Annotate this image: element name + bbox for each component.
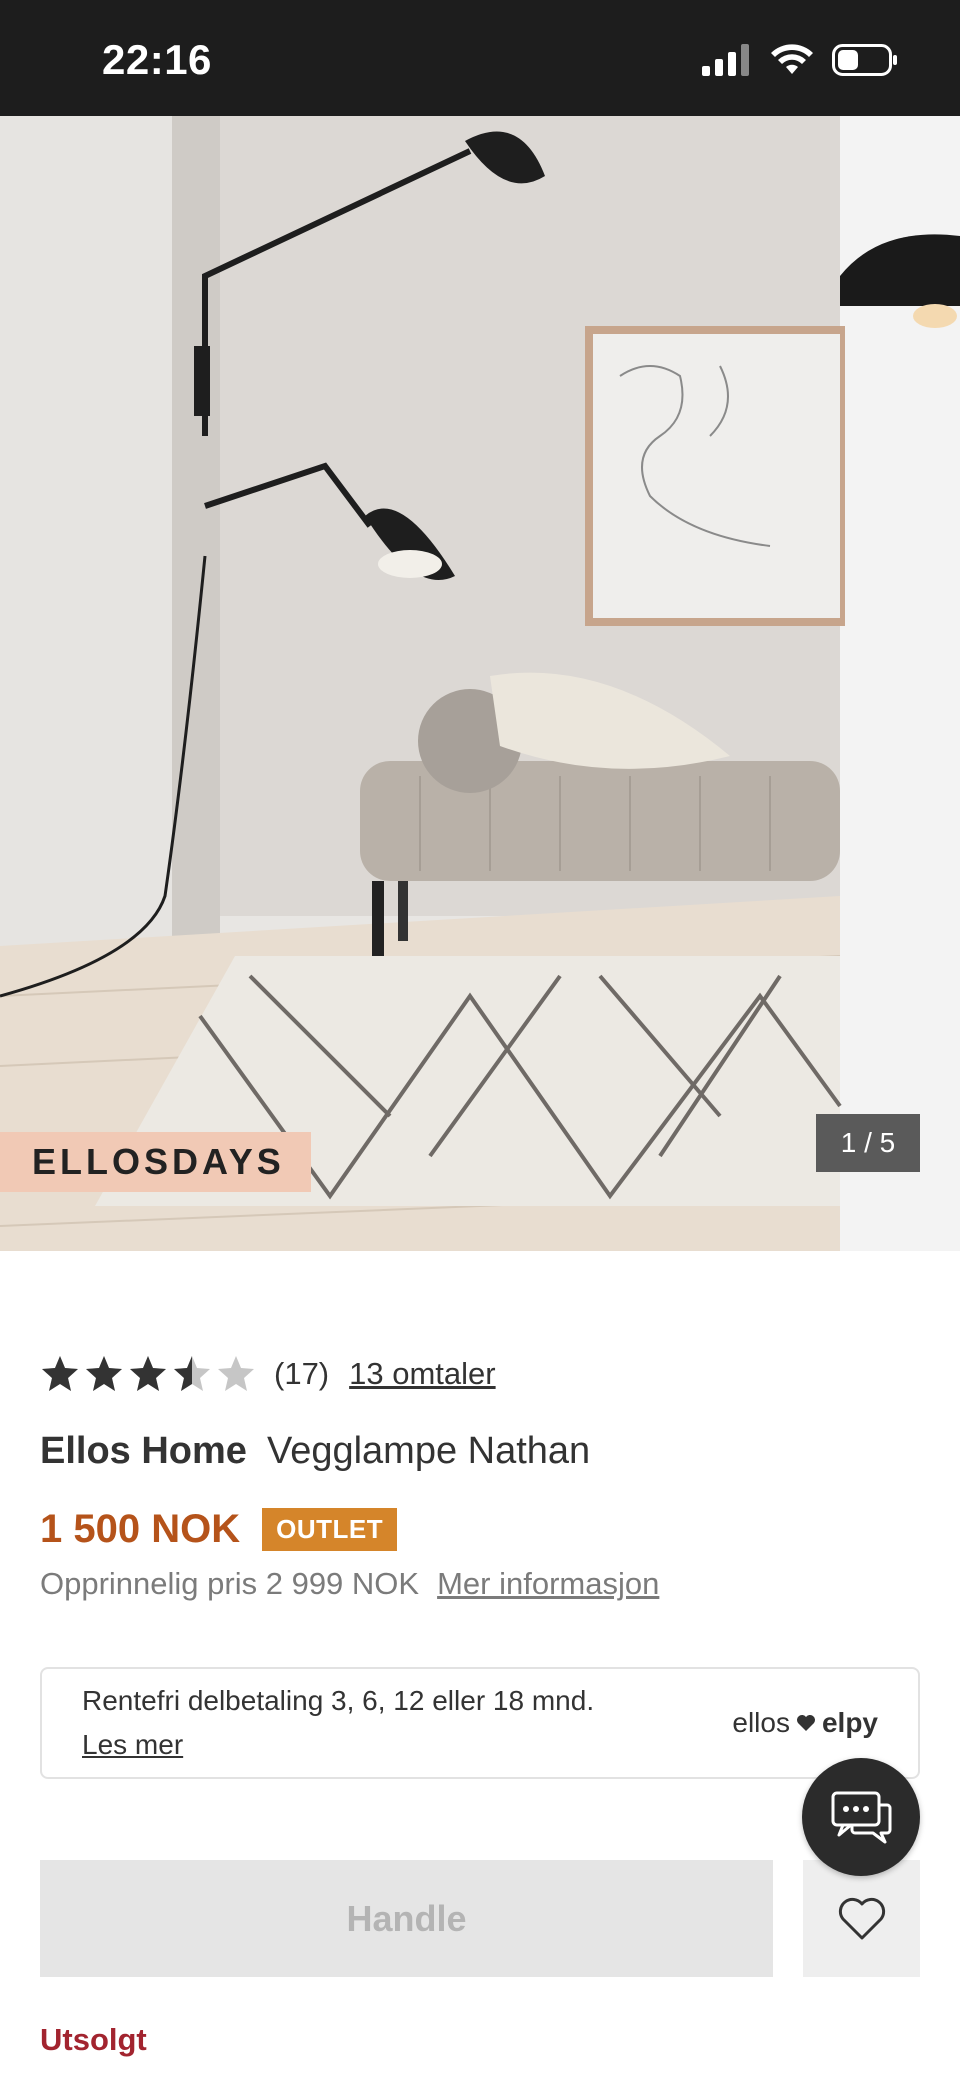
ellos-elpy-logo: ellos elpy [732,1707,878,1739]
status-time: 22:16 [102,36,212,83]
chat-button[interactable] [802,1758,920,1876]
rating-count: (17) [274,1356,330,1391]
brand-name[interactable]: Ellos Home [40,1430,247,1473]
chat-icon [831,1791,892,1844]
buy-button-label: Handle [346,1897,467,1939]
more-info-link[interactable]: Mer informasjon [437,1566,659,1602]
original-price: Opprinnelig pris 2 999 NOK [40,1566,420,1601]
buy-button[interactable]: Handle [40,1860,773,1977]
rating-stars [40,1354,256,1394]
finance-text: Rentefri delbetaling 3, 6, 12 eller 18 m… [82,1685,595,1716]
finance-box: Rentefri delbetaling 3, 6, 12 eller 18 m… [40,1667,920,1779]
image-counter: 1 / 5 [816,1114,920,1172]
price-row: 1 500 NOK OUTLET [40,1507,398,1552]
product-image [0,116,960,1251]
promo-badge-label: ELLOSDAYS [32,1141,285,1182]
reviews-link[interactable]: 13 omtaler [349,1356,495,1392]
heart-small-icon [796,1715,815,1731]
status-bar: 22:16 [0,0,960,116]
heart-icon [838,1897,885,1939]
original-price-row: Opprinnelig pris 2 999 NOK Mer informasj… [40,1566,659,1602]
product-name: Vegglampe Nathan [266,1430,591,1472]
rating-row: (17) 13 omtaler [40,1350,496,1398]
battery-icon [832,44,897,76]
star-icon [86,1356,122,1391]
product-title: Ellos Home Vegglampe Nathan [40,1430,590,1473]
star-icon [130,1356,166,1391]
logo-ellos-text: ellos [732,1707,790,1738]
signal-icon [702,44,749,76]
wifi-icon [771,44,813,74]
stock-status: Utsolgt [40,2022,147,2057]
finance-read-more-link[interactable]: Les mer [82,1729,183,1761]
outlet-badge: OUTLET [262,1508,398,1551]
star-icon [42,1356,78,1391]
logo-elpy-text: elpy [821,1707,878,1738]
promo-badge: ELLOSDAYS [0,1132,311,1192]
status-icons [702,44,898,76]
star-icon [174,1356,210,1391]
star-icon [218,1356,254,1391]
product-image-gallery[interactable]: ELLOSDAYS 1 / 5 [0,116,960,1251]
wishlist-button[interactable] [803,1860,920,1977]
price: 1 500 NOK [40,1507,241,1551]
